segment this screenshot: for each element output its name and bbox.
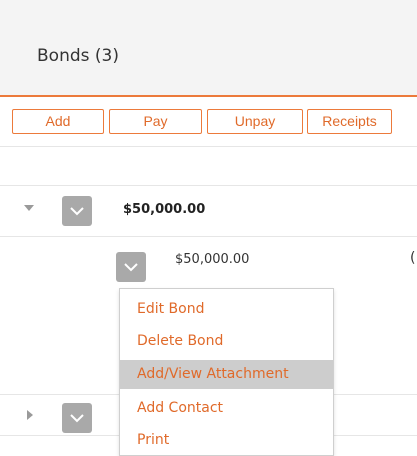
receipts-button[interactable]: Receipts [307,109,392,134]
detail-amount: $50,000.00 [175,252,250,267]
detail-actions-button[interactable] [116,252,146,282]
page-header: Bonds (3) [0,0,417,97]
menu-item-add-contact[interactable]: Add Contact [120,394,333,423]
menu-item-delete-bond[interactable]: Delete Bond [120,327,333,356]
pay-button[interactable]: Pay [109,109,202,134]
add-button[interactable]: Add [12,109,104,134]
chevron-down-icon [70,414,84,423]
chevron-down-icon [124,263,138,272]
detail-trailing-text: ( [410,250,416,266]
table-spacer [0,147,417,186]
chevron-down-icon [70,207,84,216]
unpay-button[interactable]: Unpay [207,109,303,134]
menu-item-edit-bond[interactable]: Edit Bond [120,295,333,324]
menu-item-add-view-attachment[interactable]: Add/View Attachment [120,360,333,389]
bond-amount: $50,000.00 [123,202,206,217]
row-actions-button[interactable] [62,403,92,433]
page-title: Bonds (3) [37,46,119,66]
toolbar: Add Pay Unpay Receipts [0,99,417,147]
context-menu: Edit Bond Delete Bond Add/View Attachmen… [119,288,334,456]
row-actions-button[interactable] [62,196,92,226]
caret-down-icon[interactable] [24,205,34,211]
caret-right-icon[interactable] [27,410,33,420]
menu-item-print[interactable]: Print [120,426,333,455]
